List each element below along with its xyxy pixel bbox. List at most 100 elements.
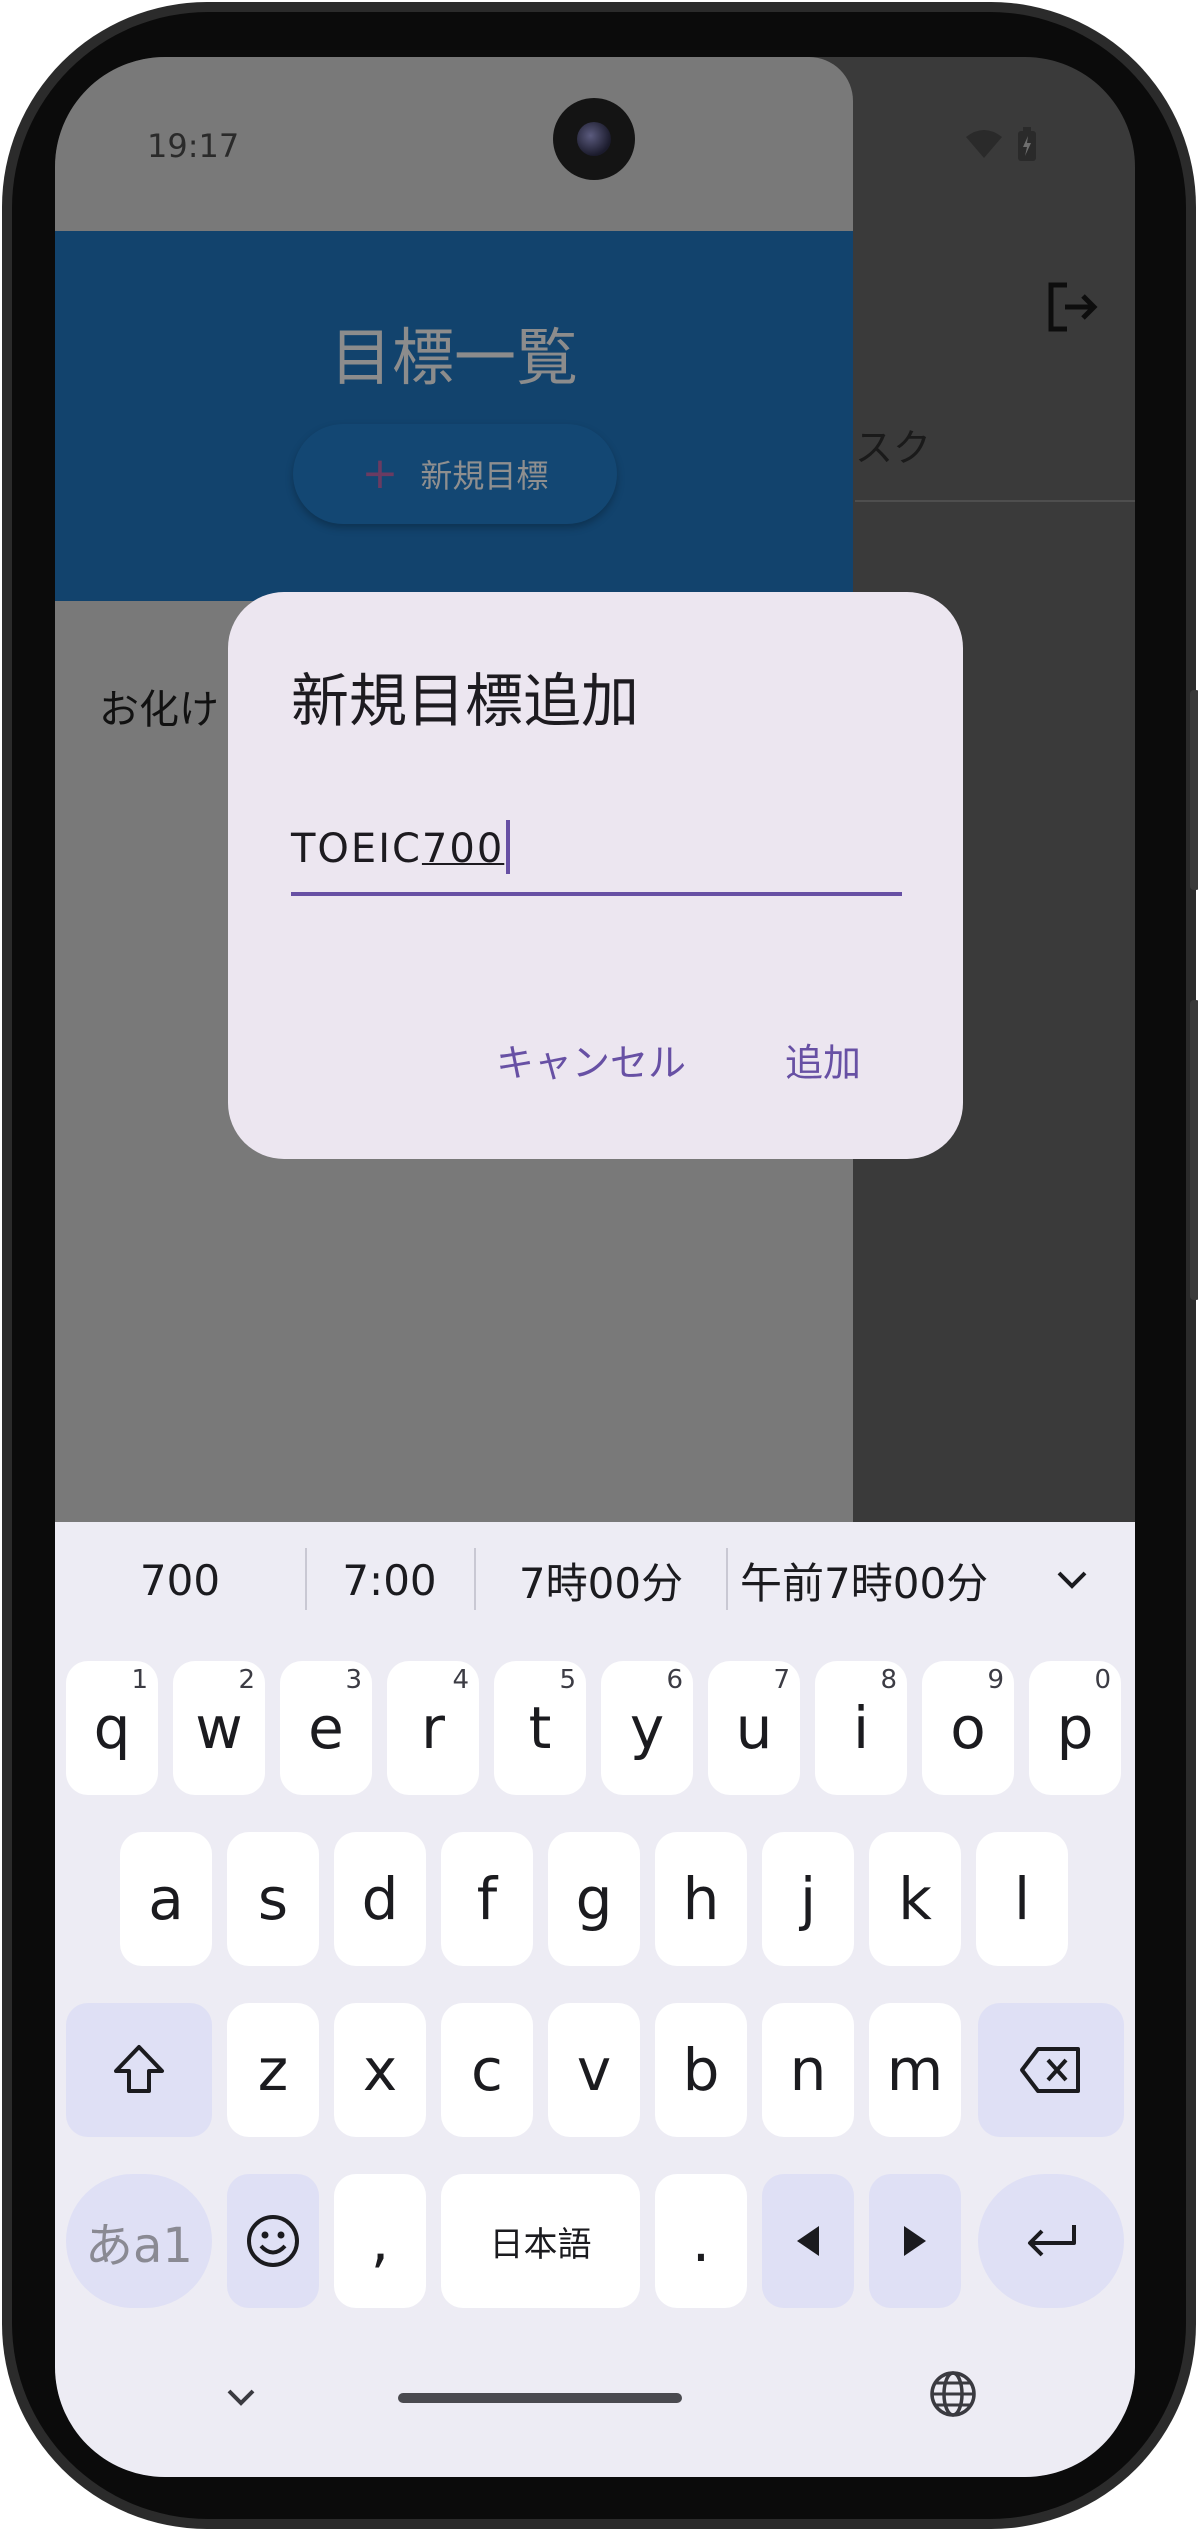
suggestion-item[interactable]: 700	[55, 1522, 305, 1638]
key-c[interactable]: c	[441, 2003, 533, 2137]
shift-key[interactable]	[66, 2003, 212, 2137]
key-label: u	[735, 1694, 773, 1762]
mode-switch-key[interactable]: あa1	[66, 2174, 212, 2308]
key-k[interactable]: k	[869, 1832, 961, 1966]
suggestion-item[interactable]: 7:00	[307, 1522, 472, 1638]
key-hint: 3	[345, 1665, 362, 1695]
tab-label[interactable]: スク	[855, 417, 931, 472]
key-label: i	[852, 1694, 870, 1762]
key-m[interactable]: m	[869, 2003, 961, 2137]
cancel-button[interactable]: キャンセル	[496, 1032, 686, 1087]
wifi-icon	[966, 130, 1002, 158]
key-label: r	[421, 1694, 445, 1762]
key-e[interactable]: e3	[280, 1661, 372, 1795]
plus-icon: +	[361, 448, 399, 499]
suggestion-strip: 700 7:00 7時00分 午前7時00分	[55, 1522, 1135, 1638]
input-underline	[291, 892, 902, 896]
backspace-icon	[1020, 2047, 1080, 2093]
key-hint: 1	[131, 1665, 148, 1695]
screen: スク 目標一覧 + 新規目標 お化け 19:17 新規目標追加 TOEIC700…	[55, 57, 1135, 2477]
power-button	[1190, 690, 1198, 890]
status-time: 19:17	[147, 127, 240, 165]
key-label: e	[308, 1694, 344, 1762]
add-button[interactable]: 追加	[785, 1032, 861, 1087]
key-hint: 5	[559, 1665, 576, 1695]
drawer-header	[55, 231, 853, 601]
key-label: w	[195, 1694, 243, 1762]
key-w[interactable]: w2	[173, 1661, 265, 1795]
new-goal-button[interactable]: + 新規目標	[293, 424, 617, 524]
key-x[interactable]: x	[334, 2003, 426, 2137]
dialog-title: 新規目標追加	[291, 667, 640, 735]
backspace-key[interactable]	[978, 2003, 1124, 2137]
drawer-item[interactable]: お化け	[99, 677, 219, 735]
key-hint: 9	[987, 1665, 1004, 1695]
enter-key[interactable]	[978, 2174, 1124, 2308]
drawer-title: 目標一覧	[329, 321, 578, 394]
arrow-left-icon	[797, 2226, 819, 2256]
emoji-key[interactable]	[227, 2174, 319, 2308]
battery-charging-icon	[1018, 127, 1036, 161]
phone-frame: スク 目標一覧 + 新規目標 お化け 19:17 新規目標追加 TOEIC700…	[0, 0, 1198, 2531]
key-z[interactable]: z	[227, 2003, 319, 2137]
status-icons	[965, 127, 1037, 161]
key-label: q	[93, 1694, 131, 1762]
key-label: y	[629, 1694, 665, 1762]
key-a[interactable]: a	[120, 1832, 212, 1966]
key-label: p	[1056, 1694, 1094, 1762]
goal-name-input-text[interactable]: TOEIC700	[291, 820, 511, 874]
cursor-right-key[interactable]	[869, 2174, 961, 2308]
soft-keyboard: 700 7:00 7時00分 午前7時00分 q1 w2 e3 r4 t5 y6…	[55, 1522, 1135, 2477]
space-key[interactable]: 日本語	[441, 2174, 640, 2308]
key-o[interactable]: o9	[922, 1661, 1014, 1795]
suggestion-divider	[726, 1548, 728, 1610]
home-indicator[interactable]	[398, 2393, 682, 2403]
key-hint: 0	[1094, 1665, 1111, 1695]
comma-key[interactable]: ,	[334, 2174, 426, 2308]
key-i[interactable]: i8	[815, 1661, 907, 1795]
key-n[interactable]: n	[762, 2003, 854, 2137]
period-key[interactable]: .	[655, 2174, 747, 2308]
mode-switch-label: あa1	[85, 2218, 193, 2274]
key-b[interactable]: b	[655, 2003, 747, 2137]
key-s[interactable]: s	[227, 1832, 319, 1966]
key-g[interactable]: g	[548, 1832, 640, 1966]
key-p[interactable]: p0	[1029, 1661, 1121, 1795]
suggestion-item[interactable]: 午前7時00分	[740, 1522, 1024, 1638]
key-f[interactable]: f	[441, 1832, 533, 1966]
input-committed-text: TOEIC	[291, 826, 422, 872]
space-key-label: 日本語	[489, 2224, 592, 2265]
suggestion-item[interactable]: 7時00分	[476, 1522, 726, 1638]
globe-icon[interactable]	[927, 2368, 979, 2420]
key-d[interactable]: d	[334, 1832, 426, 1966]
key-r[interactable]: r4	[387, 1661, 479, 1795]
tab-divider	[855, 500, 1135, 502]
emoji-icon	[247, 2215, 299, 2267]
text-caret	[506, 820, 511, 874]
goal-name-input[interactable]: TOEIC700	[291, 792, 902, 902]
shift-icon	[114, 2045, 164, 2093]
key-hint: 2	[238, 1665, 255, 1695]
hide-keyboard-icon[interactable]	[221, 2377, 261, 2417]
key-y[interactable]: y6	[601, 1661, 693, 1795]
key-t[interactable]: t5	[494, 1661, 586, 1795]
enter-icon	[1028, 2225, 1076, 2257]
key-q[interactable]: q1	[66, 1661, 158, 1795]
input-composing-text: 700	[421, 826, 505, 872]
key-hint: 4	[452, 1665, 469, 1695]
key-j[interactable]: j	[762, 1832, 854, 1966]
key-label: t	[528, 1694, 552, 1762]
key-hint: 6	[666, 1665, 683, 1695]
new-goal-label: 新規目標	[420, 457, 549, 495]
key-u[interactable]: u7	[708, 1661, 800, 1795]
key-hint: 7	[773, 1665, 790, 1695]
chevron-down-icon[interactable]	[1050, 1558, 1094, 1602]
front-camera	[553, 98, 635, 180]
key-l[interactable]: l	[976, 1832, 1068, 1966]
logout-icon[interactable]	[1045, 279, 1101, 335]
cursor-left-key[interactable]	[762, 2174, 854, 2308]
new-goal-dialog: 新規目標追加 TOEIC700 キャンセル 追加	[228, 592, 963, 1159]
key-h[interactable]: h	[655, 1832, 747, 1966]
volume-button	[1190, 1000, 1198, 1300]
key-v[interactable]: v	[548, 2003, 640, 2137]
